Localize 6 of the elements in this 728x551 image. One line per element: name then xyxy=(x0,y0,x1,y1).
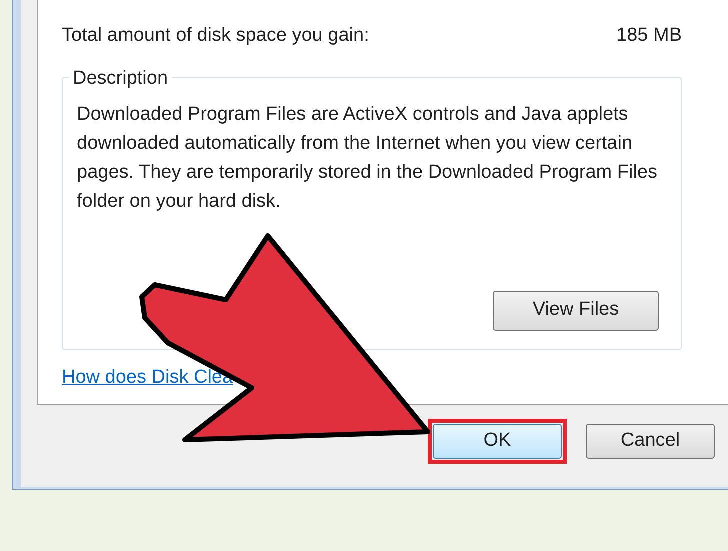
description-text: Downloaded Program Files are ActiveX controls and Java applets downloaded automatically from the Internet when you view certain pages. They are temporarily stored in the Downloaded Program Files folder on your hard disk. xyxy=(77,102,658,214)
dialog-button[interactable]: OK xyxy=(433,424,562,459)
view-files-button[interactable]: View Files xyxy=(493,290,659,330)
dialog-button[interactable]: Cancel xyxy=(586,424,715,459)
summary-value: 185 MB xyxy=(616,24,682,48)
summary-label: Total amount of disk space you gain: xyxy=(62,24,370,48)
